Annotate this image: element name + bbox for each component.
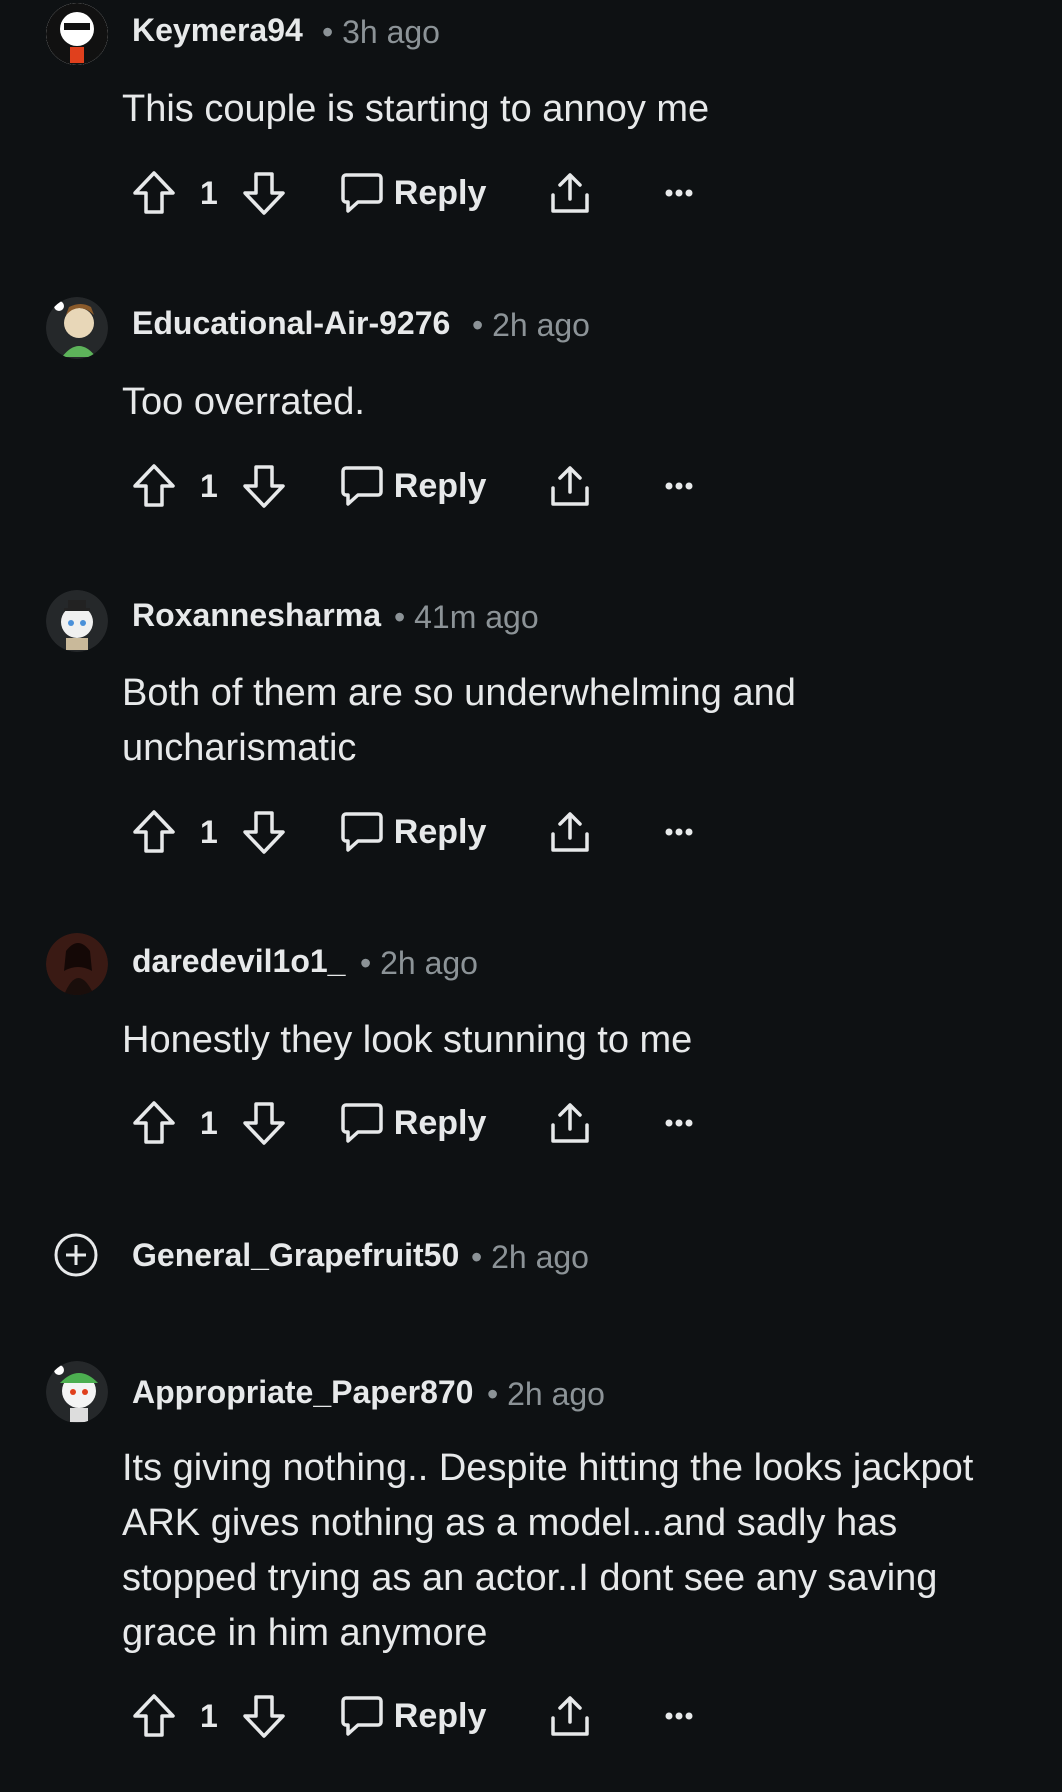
timestamp: • 2h ago bbox=[471, 1239, 589, 1275]
timestamp: • 3h ago bbox=[322, 14, 440, 50]
more-dots-icon[interactable] bbox=[664, 481, 694, 491]
comment-text: Too overrated. bbox=[122, 381, 365, 423]
speech-bubble-icon bbox=[340, 1694, 384, 1738]
arrow-down-icon[interactable] bbox=[240, 169, 288, 217]
speech-bubble-icon bbox=[340, 810, 384, 854]
username[interactable]: Appropriate_Paper870 bbox=[132, 1374, 473, 1411]
avatar[interactable] bbox=[46, 933, 108, 995]
reply-button[interactable]: Reply bbox=[340, 810, 487, 854]
share-icon[interactable] bbox=[548, 171, 592, 215]
comment-header bbox=[46, 2, 108, 66]
time-text: 2h ago bbox=[492, 307, 590, 343]
plus-circle-icon[interactable] bbox=[54, 1233, 98, 1277]
online-dot bbox=[54, 301, 64, 311]
avatar[interactable] bbox=[46, 590, 108, 652]
arrow-up-icon[interactable] bbox=[130, 169, 178, 217]
more-dots-icon[interactable] bbox=[664, 188, 694, 198]
comment-text: Its giving nothing.. Despite hitting the… bbox=[122, 1447, 974, 1654]
speech-bubble-icon bbox=[340, 171, 384, 215]
vote-count: 1 bbox=[200, 467, 218, 504]
vote-count: 1 bbox=[200, 1104, 218, 1141]
avatar-image bbox=[46, 3, 108, 65]
avatar-image bbox=[46, 933, 108, 995]
action-bar: 1 Reply bbox=[130, 1688, 694, 1744]
arrow-down-icon[interactable] bbox=[240, 1099, 288, 1147]
share-icon[interactable] bbox=[548, 810, 592, 854]
reply-label: Reply bbox=[393, 812, 487, 851]
reply-button[interactable]: Reply bbox=[340, 171, 487, 215]
username[interactable]: Roxannesharma bbox=[132, 597, 381, 634]
timestamp: • 41m ago bbox=[394, 599, 539, 635]
reply-button[interactable]: Reply bbox=[340, 464, 487, 508]
time-text: 2h ago bbox=[380, 945, 478, 981]
reply-label: Reply bbox=[393, 1103, 487, 1142]
more-dots-icon[interactable] bbox=[664, 1118, 694, 1128]
speech-bubble-icon bbox=[340, 464, 384, 508]
action-bar: 1 Reply bbox=[130, 458, 694, 514]
comment-header bbox=[46, 1360, 108, 1424]
reply-button[interactable]: Reply bbox=[340, 1694, 487, 1738]
share-icon[interactable] bbox=[548, 1101, 592, 1145]
vote-count: 1 bbox=[200, 1697, 218, 1734]
timestamp: • 2h ago bbox=[472, 307, 590, 343]
comment-header bbox=[46, 932, 108, 996]
username[interactable]: Educational-Air-9276 bbox=[132, 305, 450, 342]
time-text: 2h ago bbox=[507, 1376, 605, 1412]
timestamp: • 2h ago bbox=[487, 1376, 605, 1412]
vote-count: 1 bbox=[200, 174, 218, 211]
more-dots-icon[interactable] bbox=[664, 1711, 694, 1721]
reply-button[interactable]: Reply bbox=[340, 1101, 487, 1145]
comment-header bbox=[46, 589, 108, 653]
avatar-image bbox=[46, 590, 108, 652]
comment-text: Honestly they look stunning to me bbox=[122, 1019, 693, 1061]
avatar[interactable] bbox=[46, 1361, 108, 1423]
comment-text: Both of them are so underwhelming and un… bbox=[122, 672, 796, 769]
arrow-down-icon[interactable] bbox=[240, 1692, 288, 1740]
reply-label: Reply bbox=[393, 1696, 487, 1735]
arrow-up-icon[interactable] bbox=[130, 1692, 178, 1740]
arrow-down-icon[interactable] bbox=[240, 808, 288, 856]
avatar[interactable] bbox=[46, 297, 108, 359]
online-dot bbox=[54, 1365, 64, 1375]
username[interactable]: daredevil1o1_ bbox=[132, 943, 345, 980]
speech-bubble-icon bbox=[340, 1101, 384, 1145]
vote-count: 1 bbox=[200, 813, 218, 850]
action-bar: 1 Reply bbox=[130, 1095, 694, 1151]
timestamp: • 2h ago bbox=[360, 945, 478, 981]
comment-header bbox=[46, 296, 108, 360]
arrow-down-icon[interactable] bbox=[240, 462, 288, 510]
action-bar: 1 Reply bbox=[130, 804, 694, 860]
username[interactable]: Keymera94 bbox=[132, 12, 303, 49]
username[interactable]: General_Grapefruit50 bbox=[132, 1237, 459, 1274]
share-icon[interactable] bbox=[548, 464, 592, 508]
action-bar: 1 Reply bbox=[130, 165, 694, 221]
time-text: 3h ago bbox=[342, 14, 440, 50]
more-dots-icon[interactable] bbox=[664, 827, 694, 837]
time-text: 41m ago bbox=[414, 599, 539, 635]
avatar[interactable] bbox=[46, 3, 108, 65]
arrow-up-icon[interactable] bbox=[130, 1099, 178, 1147]
share-icon[interactable] bbox=[548, 1694, 592, 1738]
reply-label: Reply bbox=[393, 173, 487, 212]
reply-label: Reply bbox=[393, 466, 487, 505]
comment-text: This couple is starting to annoy me bbox=[122, 88, 710, 130]
arrow-up-icon[interactable] bbox=[130, 462, 178, 510]
arrow-up-icon[interactable] bbox=[130, 808, 178, 856]
time-text: 2h ago bbox=[491, 1239, 589, 1275]
